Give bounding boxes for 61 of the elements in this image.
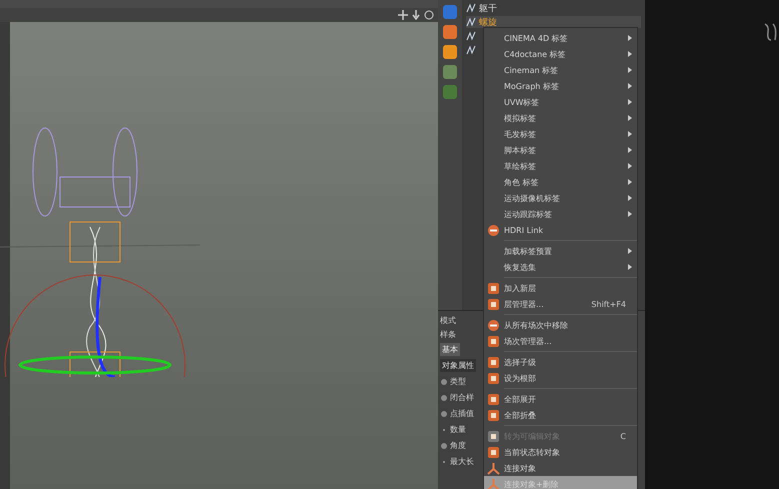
menu-item[interactable]: 连接对象 [484,460,637,476]
section-header: 对象属性 [440,359,476,372]
menu-item[interactable]: CINEMA 4D 标签 [484,30,637,46]
tool-icon[interactable] [442,64,458,80]
menu-item[interactable]: C4doctane 标签 [484,46,637,62]
menu-item[interactable]: 脚本标签 [484,142,637,158]
tool-icon[interactable] [442,44,458,60]
menu-item[interactable]: 当前状态转对象 [484,444,637,460]
field-label: 数量 [450,424,466,435]
attribute-tab[interactable]: 基本 [440,343,460,356]
menu-item[interactable]: 选择子级 [484,354,637,370]
object-label: 样条 [440,329,457,340]
tripod-icon [487,478,500,489]
menu-item[interactable]: 层管理器... Shift+F4 [484,296,637,312]
menu-item[interactable]: UVW标签 [484,94,637,110]
menu-item[interactable]: 场次管理器... [484,333,637,349]
menu-item[interactable]: HDRI Link [484,222,637,238]
tile-icon [487,372,500,384]
menu-item[interactable]: 草绘标签 [484,158,637,174]
tool-icon[interactable] [442,24,458,40]
disc-icon [487,224,500,236]
logo-icon [763,22,779,42]
field-label: 最大长 [450,456,474,467]
field-label: 角度 [450,440,466,451]
tile-icon [487,356,500,368]
shortcut-text: C [620,432,626,440]
object-name[interactable]: 躯干 [479,2,497,14]
arrow-down-icon[interactable] [412,10,420,20]
menu-item[interactable]: 加入新层 [484,280,637,296]
tile-icon [487,298,500,310]
tile-icon [487,334,500,348]
menu-item[interactable]: 全部折叠 [484,407,637,423]
move-icon[interactable] [398,10,408,20]
menu-item[interactable]: 加载标签预置 [484,243,637,259]
tile-icon [487,408,500,422]
tool-icon[interactable] [442,4,458,20]
menu-item[interactable]: 恢复选集 [484,259,637,275]
tile-icon [487,282,500,294]
rotate-icon[interactable] [424,10,434,20]
radio-icon[interactable] [440,442,448,450]
menu-item[interactable]: 全部展开 [484,391,637,407]
tile-icon [487,392,500,406]
menu-item[interactable]: 角色 标签 [484,174,637,190]
menu-item[interactable]: Cineman 标签 [484,62,637,78]
menu-item[interactable]: 毛发标签 [484,126,637,142]
tile-icon [487,430,500,442]
menu-item[interactable]: 运动跟踪标签 [484,206,637,222]
field-label: 类型 [450,376,466,387]
field-label: 点插值 [450,408,474,419]
tile-icon [487,446,500,458]
tripod-icon [487,462,500,474]
menu-item[interactable]: 模拟标签 [484,110,637,126]
menu-item[interactable]: 运动摄像机标签 [484,190,637,206]
shortcut-text: Shift+F4 [591,300,626,308]
menu-item[interactable]: MoGraph 标签 [484,78,637,94]
disc-icon [487,318,500,332]
field-label: 闭合样 [450,392,474,403]
menu-item[interactable]: 从所有场次中移除 [484,317,637,333]
tool-icon[interactable] [442,84,458,100]
menu-item[interactable]: 设为根部 [484,370,637,386]
object-name[interactable]: 螺旋 [479,16,497,28]
